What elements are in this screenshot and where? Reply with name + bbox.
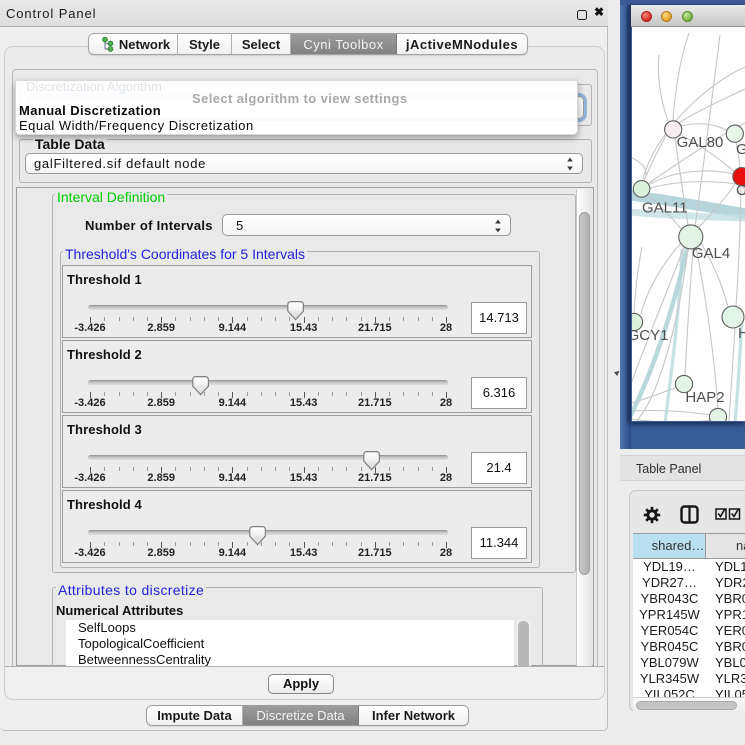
svg-text:HAP2: HAP2 <box>685 389 724 406</box>
svg-text:GAL4: GAL4 <box>692 245 730 262</box>
svg-text:HA: HA <box>738 325 745 342</box>
svg-text:GAL11: GAL11 <box>642 200 688 217</box>
svg-text:GCY1: GCY1 <box>632 327 668 344</box>
svg-text:GAL: GAL <box>736 141 745 158</box>
svg-text:GAL80: GAL80 <box>677 134 724 151</box>
svg-text:CA: CA <box>736 182 745 199</box>
